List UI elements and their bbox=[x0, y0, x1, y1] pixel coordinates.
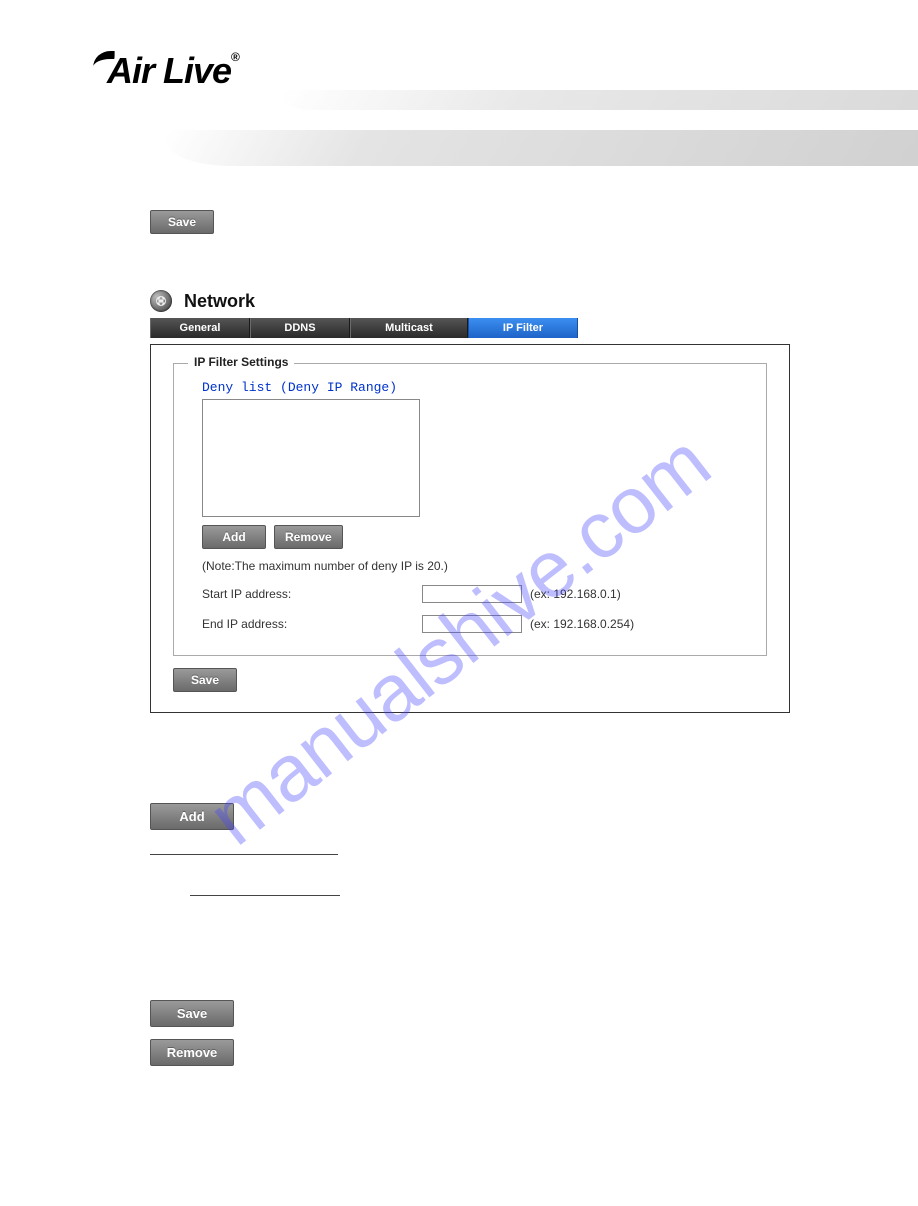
end-ip-hint: (ex: 192.168.0.254) bbox=[530, 617, 634, 631]
panel-save-button[interactable]: Save bbox=[173, 668, 237, 692]
deny-list-label: Deny list (Deny IP Range) bbox=[202, 380, 742, 395]
start-ip-input[interactable] bbox=[422, 585, 522, 603]
decor-swoosh-1 bbox=[272, 90, 918, 110]
page-header: Air Live® bbox=[0, 0, 918, 180]
section-title: Network bbox=[184, 291, 255, 312]
tab-label: General bbox=[180, 322, 221, 334]
deny-list-box[interactable] bbox=[202, 399, 420, 517]
start-ip-hint: (ex: 192.168.0.1) bbox=[530, 587, 621, 601]
lower-remove-button-label: Remove bbox=[167, 1045, 218, 1060]
tab-bar: General DDNS Multicast IP Filter bbox=[150, 318, 578, 338]
network-icon bbox=[150, 290, 172, 312]
remove-button[interactable]: Remove bbox=[274, 525, 343, 549]
start-ip-label: Start IP address: bbox=[202, 587, 422, 601]
lower-save-button[interactable]: Save bbox=[150, 1000, 234, 1027]
tab-label: IP Filter bbox=[503, 322, 543, 334]
add-button[interactable]: Add bbox=[202, 525, 266, 549]
tab-ip-filter[interactable]: IP Filter bbox=[468, 318, 578, 338]
divider-1 bbox=[150, 854, 338, 855]
remove-button-label: Remove bbox=[285, 530, 332, 544]
deny-list-note: (Note:The maximum number of deny IP is 2… bbox=[202, 559, 742, 573]
brand-logo: Air Live® bbox=[95, 50, 239, 92]
lower-remove-button[interactable]: Remove bbox=[150, 1039, 234, 1066]
tab-label: Multicast bbox=[385, 322, 433, 334]
ip-filter-panel: IP Filter Settings Deny list (Deny IP Ra… bbox=[150, 344, 790, 713]
lower-add-button[interactable]: Add bbox=[150, 803, 234, 830]
end-ip-input[interactable] bbox=[422, 615, 522, 633]
lower-add-button-label: Add bbox=[179, 809, 204, 824]
tab-ddns[interactable]: DDNS bbox=[250, 318, 350, 338]
fieldset-legend: IP Filter Settings bbox=[188, 355, 294, 369]
registered-mark: ® bbox=[231, 50, 239, 64]
lower-save-button-label: Save bbox=[177, 1006, 207, 1021]
ip-filter-fieldset: IP Filter Settings Deny list (Deny IP Ra… bbox=[173, 363, 767, 656]
tab-label: DDNS bbox=[284, 322, 315, 334]
decor-swoosh-2 bbox=[148, 130, 918, 166]
panel-save-button-label: Save bbox=[191, 673, 219, 687]
tab-multicast[interactable]: Multicast bbox=[350, 318, 468, 338]
tab-general[interactable]: General bbox=[150, 318, 250, 338]
add-button-label: Add bbox=[222, 530, 245, 544]
end-ip-label: End IP address: bbox=[202, 617, 422, 631]
save-button-top-label: Save bbox=[168, 215, 196, 229]
save-button-top[interactable]: Save bbox=[150, 210, 214, 234]
brand-text: Air Live bbox=[107, 50, 231, 91]
